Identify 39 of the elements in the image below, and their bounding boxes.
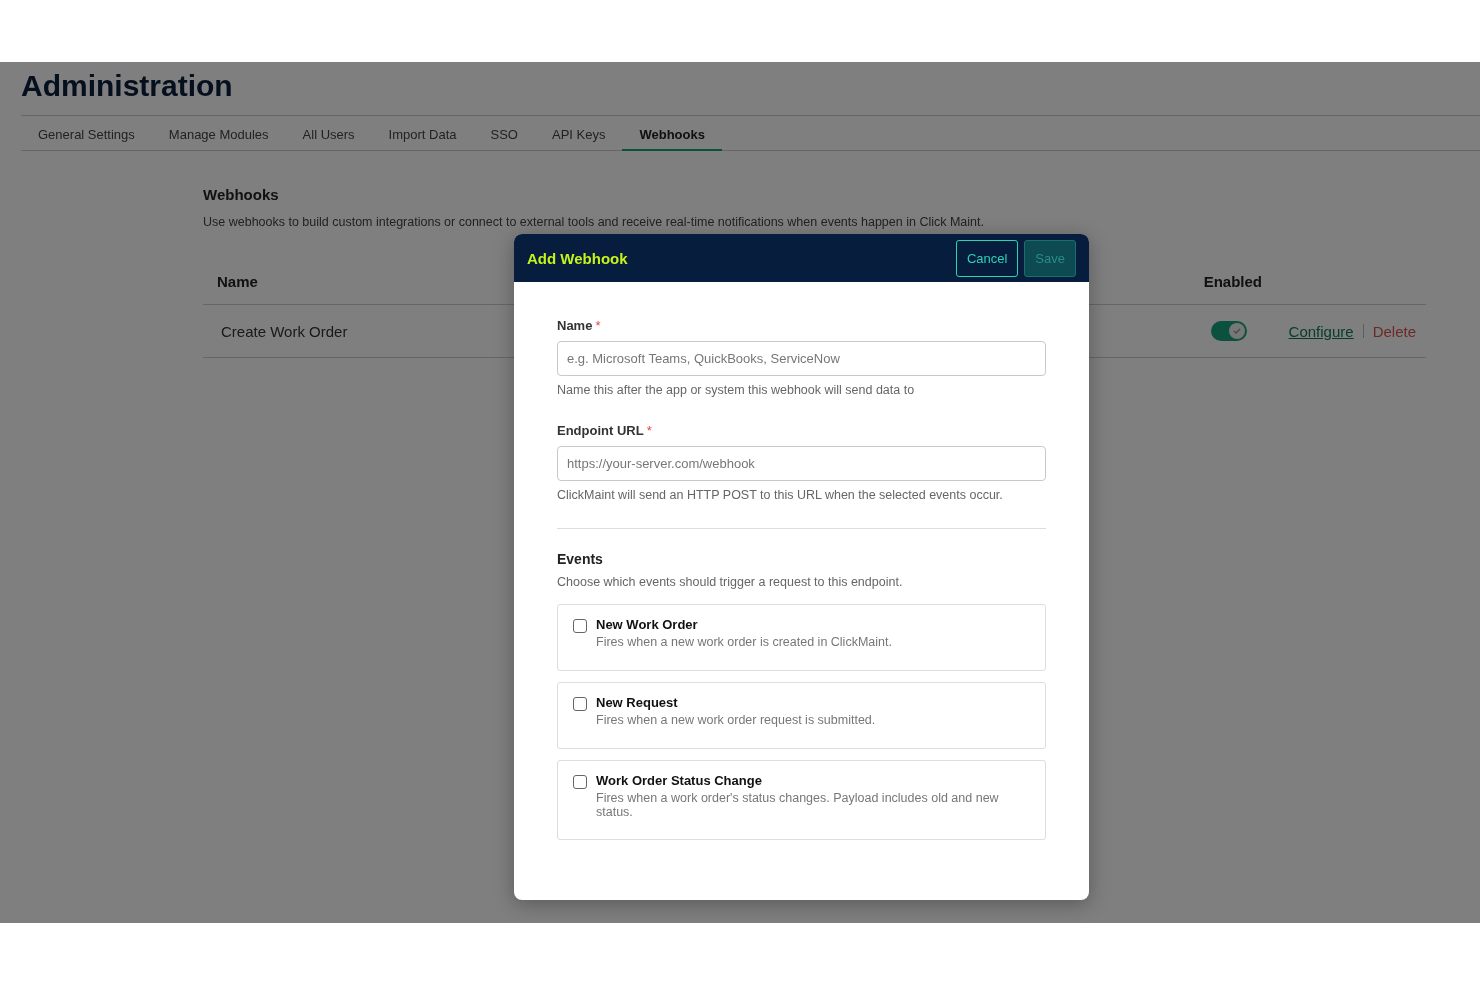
- column-header: Enabled: [1203, 273, 1262, 290]
- field-label: Name *: [557, 318, 602, 333]
- event-description: Fires when a new work order is created in ClickMaint.: [596, 635, 892, 649]
- tab[interactable]: Manage Modules: [151, 116, 286, 151]
- field-label: Endpoint URL *: [557, 423, 653, 438]
- checkbox[interactable]: [573, 697, 587, 711]
- section-title: Webhooks: [203, 186, 280, 203]
- event-card[interactable]: New Request Fires when a new work order request is submitted.: [557, 682, 1046, 749]
- event-label: New Request: [596, 695, 679, 710]
- events-description: Choose which events should trigger a request to this endpoint.: [557, 575, 904, 589]
- event-card[interactable]: Work Order Status Change Fires when a work order's status changes. Payload includes old and new status.: [557, 760, 1046, 840]
- checkbox[interactable]: [573, 619, 587, 633]
- tab[interactable]: SSO: [473, 116, 535, 151]
- check-icon: [1231, 326, 1242, 336]
- event-label: New Work Order: [596, 617, 699, 632]
- event-description: Fires when a work order's status changes. Payload includes old and new status.: [596, 791, 1000, 819]
- delete-link[interactable]: Delete: [1372, 322, 1416, 340]
- section-description: Use webhooks to build custom integrations or connect to external tools and receive real-time notifications when events happen in Click Maint.: [203, 215, 985, 229]
- column-header: Name: [217, 273, 258, 290]
- checkbox[interactable]: [573, 775, 587, 789]
- dialog-title: Add Webhook: [527, 249, 628, 267]
- event-description: Fires when a new work order request is submitted.: [596, 713, 876, 727]
- tab[interactable]: Import Data: [371, 116, 474, 151]
- page-title: Administration: [20, 68, 234, 104]
- events-title: Events: [557, 551, 604, 567]
- tab[interactable]: All Users: [285, 116, 372, 151]
- tab[interactable]: General Settings: [21, 116, 152, 151]
- enabled-toggle[interactable]: [1210, 321, 1247, 341]
- help-text: Name this after the app or system this webhook will send data to: [557, 383, 916, 397]
- help-text: ClickMaint will send an HTTP POST to this URL when the selected events occur.: [557, 488, 1004, 502]
- cancel-button[interactable]: Cancel: [955, 239, 1019, 277]
- table-cell: Create Work Order: [221, 322, 348, 340]
- tab[interactable]: Webhooks: [622, 116, 722, 151]
- configure-link[interactable]: Configure: [1288, 322, 1354, 340]
- tab[interactable]: API Keys: [535, 116, 623, 151]
- event-card[interactable]: New Work Order Fires when a new work order is created in ClickMaint.: [557, 604, 1046, 671]
- event-label: Work Order Status Change: [596, 773, 763, 788]
- input-field[interactable]: e.g. Microsoft Teams, QuickBooks, ServiceNow: [557, 341, 1046, 376]
- input-field[interactable]: https://your-server.com/webhook: [557, 446, 1046, 481]
